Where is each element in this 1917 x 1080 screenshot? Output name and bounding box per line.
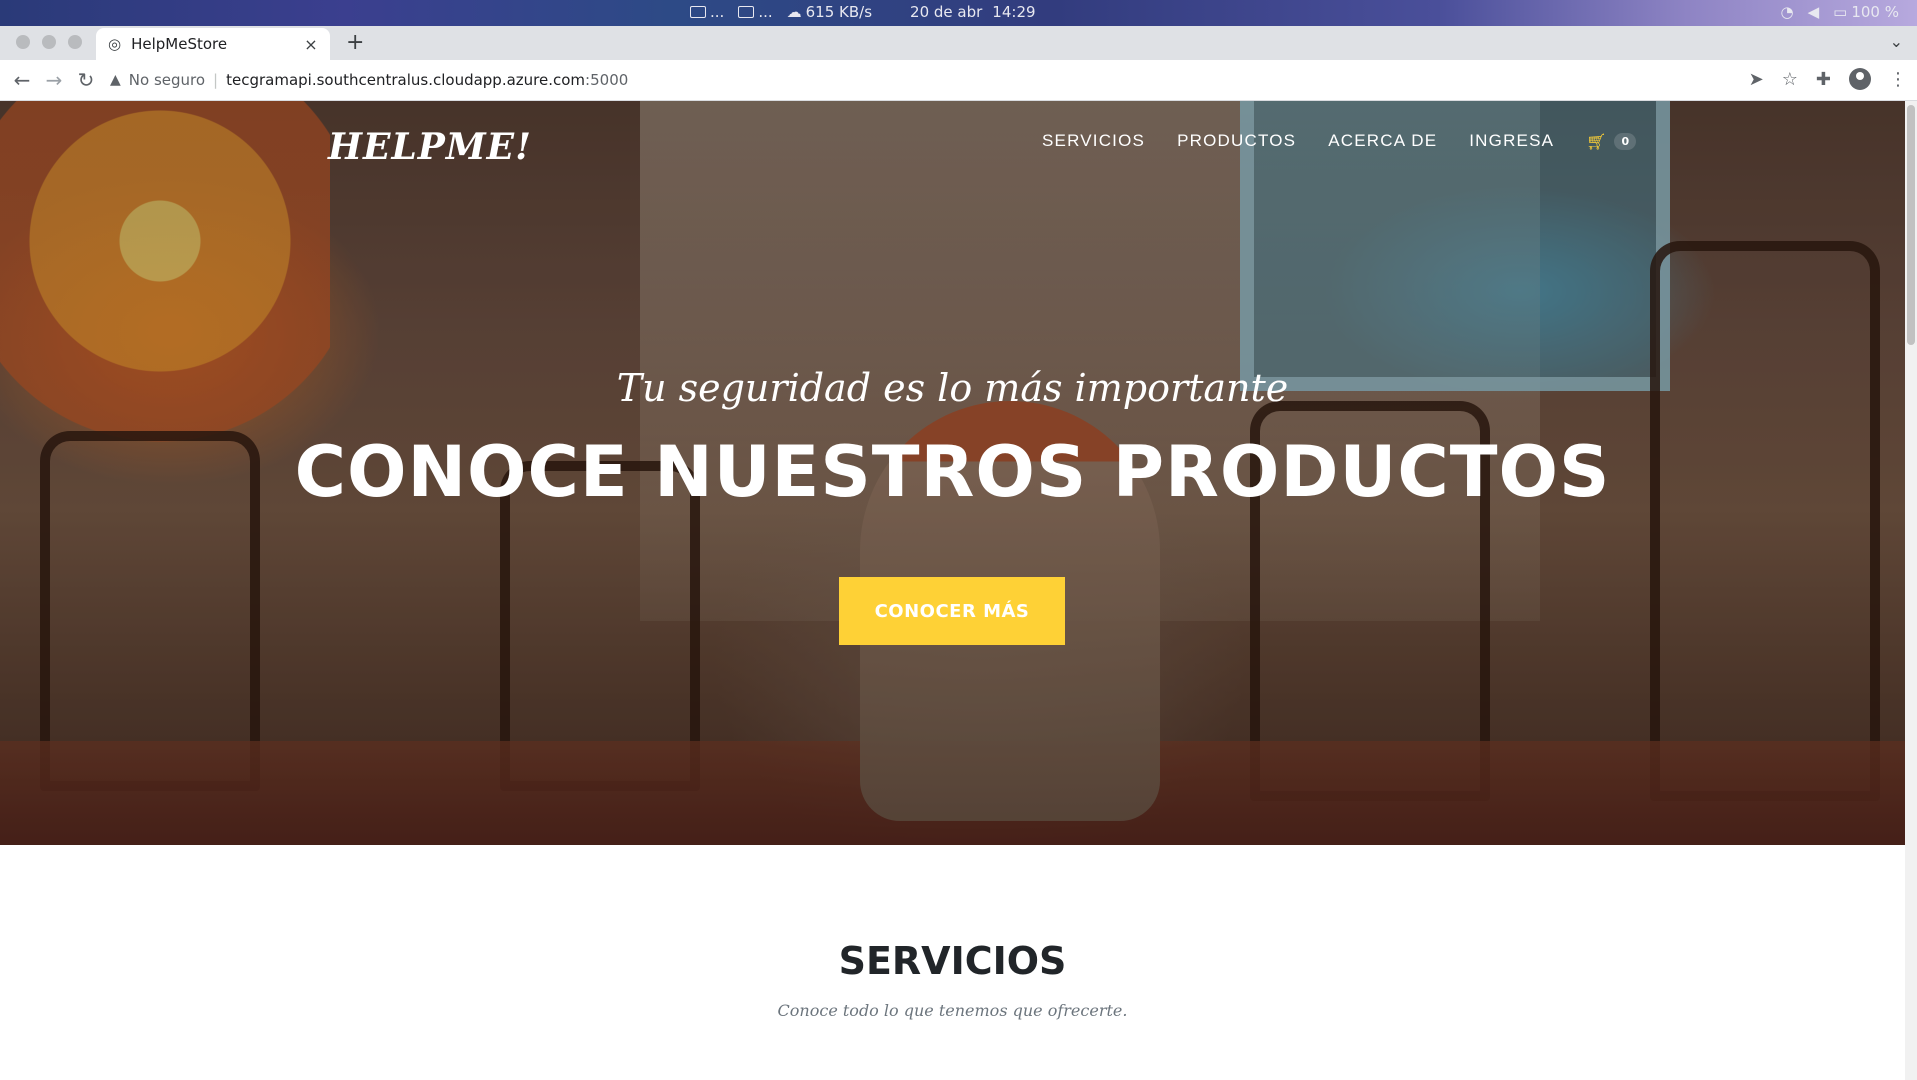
address-bar[interactable]: ▲ No seguro | tecgramapi.southcentralus.… <box>110 66 628 94</box>
tab-title: HelpMeStore <box>131 35 228 53</box>
hero-title: CONOCE NUESTROS PRODUCTOS <box>294 431 1611 513</box>
clock-date: 20 de abr <box>910 3 983 21</box>
tab-close-icon[interactable]: × <box>300 35 322 54</box>
url-host[interactable]: tecgramapi.southcentralus.cloudapp.azure… <box>226 71 585 89</box>
new-tab-button[interactable]: + <box>346 30 364 55</box>
browser-toolbar: ← → ↻ ▲ No seguro | tecgramapi.southcent… <box>0 60 1917 101</box>
clock[interactable]: 20 de abr 14:29 <box>910 3 1036 21</box>
nav-link-servicios[interactable]: SERVICIOS <box>1042 131 1145 151</box>
nav-link-acerca[interactable]: ACERCA DE <box>1328 131 1437 151</box>
page-viewport: HELPME! SERVICIOS PRODUCTOS ACERCA DE IN… <box>0 101 1905 1080</box>
address-separator: | <box>213 71 219 89</box>
tab-search-chevron-icon[interactable]: ⌄ <box>1890 32 1903 51</box>
hero-section: HELPME! SERVICIOS PRODUCTOS ACERCA DE IN… <box>0 101 1905 845</box>
os-tray: ◔ ◀ ▭ 100 % <box>1781 3 1899 21</box>
battery-icon: ▭ <box>1833 3 1848 21</box>
services-subheading: Conoce todo lo que tenemos que ofrecerte… <box>777 1001 1128 1020</box>
url-port[interactable]: :5000 <box>585 71 628 89</box>
browser-tab-active[interactable]: ◎ HelpMeStore × <box>96 28 330 60</box>
os-indicator-overflow-2: ... <box>758 3 773 21</box>
conocer-mas-button[interactable]: CONOCER MÁS <box>839 577 1065 645</box>
cloud-icon: ☁ <box>786 3 802 21</box>
volume-icon[interactable]: ◀ <box>1808 3 1820 21</box>
nav-link-productos[interactable]: PRODUCTOS <box>1177 131 1296 151</box>
battery-indicator[interactable]: ▭ 100 % <box>1833 3 1899 21</box>
security-label[interactable]: No seguro <box>129 71 205 89</box>
scrollbar-thumb[interactable] <box>1907 105 1915 345</box>
menu-icon[interactable]: ⋮ <box>1889 69 1907 90</box>
extensions-icon[interactable]: ✚ <box>1816 69 1831 90</box>
os-indicator-2[interactable]: ... <box>738 3 773 21</box>
os-indicator-overflow-1: ... <box>710 3 725 21</box>
window-minimize-button[interactable] <box>42 35 56 49</box>
clock-time: 14:29 <box>992 3 1036 21</box>
monitor-icon <box>738 6 755 18</box>
os-indicator-1[interactable]: ... <box>690 3 724 21</box>
window-close-button[interactable] <box>16 35 30 49</box>
network-speed-value: 615 KB/s <box>805 3 873 21</box>
browser-tab-strip: ◎ HelpMeStore × + ⌄ <box>0 26 1917 60</box>
os-indicators: ... ... ☁ 615 KB/s 20 de abr 14:29 <box>690 3 1036 21</box>
send-icon[interactable]: ➤ <box>1749 69 1764 90</box>
browser-actions: ➤ ☆ ✚ ⋮ <box>1749 68 1907 90</box>
services-heading: SERVICIOS <box>838 939 1067 983</box>
hero-subtitle: Tu seguridad es lo más importante <box>616 366 1289 410</box>
battery-level: 100 % <box>1851 3 1899 21</box>
site-nav: SERVICIOS PRODUCTOS ACERCA DE INGRESA 🛒︎… <box>1042 131 1637 151</box>
site-brand-logo[interactable]: HELPME! <box>328 126 532 168</box>
app-indicator-icon <box>690 6 706 18</box>
globe-icon: ◎ <box>108 35 122 53</box>
network-speed[interactable]: ☁ 615 KB/s <box>787 3 872 21</box>
warning-icon[interactable]: ▲ <box>110 72 121 88</box>
profile-icon[interactable] <box>1849 68 1871 90</box>
cart-icon: 🛒︎ <box>1586 131 1607 151</box>
page-scrollbar[interactable] <box>1905 101 1917 1080</box>
wifi-icon[interactable]: ◔ <box>1781 3 1794 21</box>
window-maximize-button[interactable] <box>68 35 82 49</box>
forward-icon[interactable]: → <box>42 68 66 92</box>
star-icon[interactable]: ☆ <box>1782 69 1798 90</box>
cart-button[interactable]: 🛒︎ 0 <box>1586 131 1637 151</box>
nav-link-ingresa[interactable]: INGRESA <box>1469 131 1554 151</box>
cart-count-badge: 0 <box>1614 132 1637 150</box>
os-top-bar: ... ... ☁ 615 KB/s 20 de abr 14:29 ◔ ◀ ▭… <box>0 0 1917 26</box>
back-icon[interactable]: ← <box>10 68 34 92</box>
reload-icon[interactable]: ↻ <box>74 68 98 92</box>
